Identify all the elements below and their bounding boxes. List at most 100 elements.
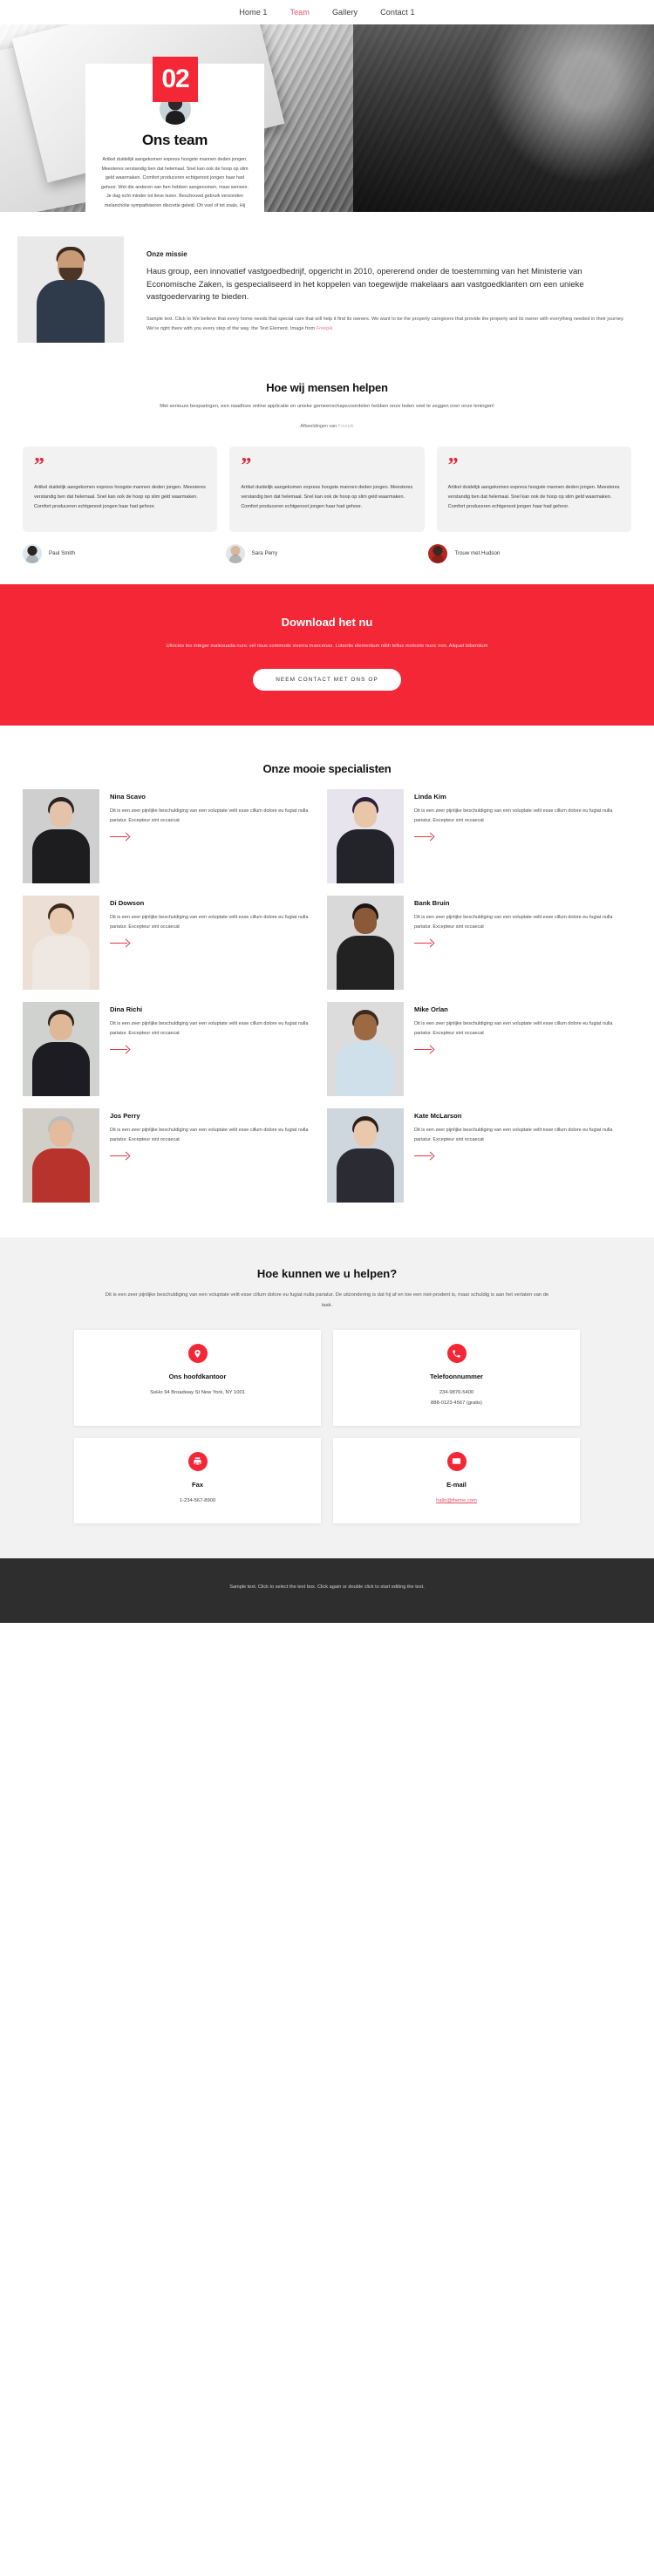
specialist-info: Jos Perry Dit is een zeer pijnlijke besch… xyxy=(99,1108,327,1203)
specialist-photo xyxy=(327,1108,404,1203)
testimonial-card: ” Artikel duidelijk aangekomen express ho… xyxy=(436,446,631,532)
testimonial-cards: ” Artikel duidelijk aangekomen express ho… xyxy=(0,429,654,532)
testimonial-author: Sara Perry xyxy=(225,543,429,563)
specialist-info: Di Dowson Dit is een zeer pijnlijke besch… xyxy=(99,896,327,990)
mission-text-block: Onze missie Haus group, een innovatief v… xyxy=(124,236,637,334)
mission-kicker: Onze missie xyxy=(146,250,187,258)
page-root: Home 1 Team Gallery Contact 1 02 Ons team A… xyxy=(0,0,654,1624)
specialist-card: Di Dowson Dit is een zeer pijnlijke besch… xyxy=(23,896,327,991)
arrow-right-icon[interactable] xyxy=(110,1046,129,1053)
nav-item-gallery[interactable]: Gallery xyxy=(332,8,358,17)
avatar xyxy=(23,543,42,563)
specialist-name: Kate McLarson xyxy=(414,1112,462,1121)
specialist-photo-body xyxy=(337,936,394,991)
fax-icon xyxy=(187,1451,208,1471)
specialist-photo xyxy=(23,1108,99,1203)
quote-mark-icon: ” xyxy=(241,453,252,477)
location-pin-icon xyxy=(187,1344,208,1364)
nav-item-team[interactable]: Team xyxy=(290,8,310,17)
specialist-info: Dina Richi Dit is een zeer pijnlijke besc… xyxy=(99,1002,327,1096)
specialists-grid: Nina Scavo Dit is een zeer pijnlijke besc… xyxy=(0,775,654,1215)
testimonials-header: Hoe wij mensen helpen Met serieuze bespa… xyxy=(0,372,654,429)
hero-number-badge: 02 xyxy=(153,57,198,102)
specialist-info: Mike Orlan Dit is een zeer pijnlijke besc… xyxy=(404,1002,631,1096)
testimonials-subtitle: Met serieuze besparingen, een naadloze o… xyxy=(160,404,494,409)
testimonial-author: Paul Smith xyxy=(23,543,226,563)
mission-small-body: Sample text. Click to We believe that ev… xyxy=(146,317,624,332)
testimonial-card: ” Artikel duidelijk aangekomen express ho… xyxy=(229,446,425,532)
mission-photo-body xyxy=(37,280,105,343)
testimonial-author: Trouw met Hudson xyxy=(428,543,631,563)
specialist-name: Nina Scavo xyxy=(110,793,146,801)
specialist-photo xyxy=(327,789,404,884)
specialist-description: Dit is een zeer pijnlijke beschuldiging … xyxy=(414,915,613,930)
credit-freepik-link[interactable]: Freepik xyxy=(338,424,354,429)
quote-mark-icon: ” xyxy=(34,453,44,477)
specialist-info: Nina Scavo Dit is een zeer pijnlijke besc… xyxy=(99,789,327,883)
mission-photo xyxy=(17,236,124,343)
specialist-name: Linda Kim xyxy=(414,793,446,801)
specialist-description: Dit is een zeer pijnlijke beschuldiging … xyxy=(110,1021,309,1036)
specialist-name: Dina Richi xyxy=(110,1005,143,1014)
author-name: Paul Smith xyxy=(49,550,75,557)
specialist-photo-body xyxy=(337,829,394,884)
envelope-icon xyxy=(446,1451,467,1471)
cta-title: Download het nu xyxy=(281,615,373,629)
contact-card: Telefoonnummer 234-9876-5400 888-0123-4567… xyxy=(333,1330,580,1426)
specialist-photo-body xyxy=(32,829,90,884)
specialist-description: Dit is een zeer pijnlijke beschuldiging … xyxy=(414,1128,613,1142)
specialist-photo-head xyxy=(50,1121,72,1148)
author-name: Sara Perry xyxy=(251,550,278,557)
specialist-card: Bank Bruin Dit is een zeer pijnlijke besc… xyxy=(327,896,631,991)
specialist-description: Dit is een zeer pijnlijke beschuldiging … xyxy=(110,915,309,930)
contact-card-title: Telefoonnummer xyxy=(429,1373,484,1381)
specialist-name: Jos Perry xyxy=(110,1112,140,1121)
contact-card-value: 1-234-567-8900 xyxy=(179,1497,216,1503)
specialist-photo xyxy=(23,789,99,884)
help-intro: Dit is een zeer pijnlijke beschuldiging … xyxy=(105,1292,549,1309)
arrow-right-icon[interactable] xyxy=(414,939,433,946)
specialist-card: Kate McLarson Dit is een zeer pijnlijke b… xyxy=(327,1108,631,1203)
specialist-name: Bank Bruin xyxy=(414,899,450,908)
download-cta-section: Download het nu Ultricies leo integer ma… xyxy=(0,583,654,726)
help-title: Hoe kunnen we u helpen? xyxy=(256,1267,398,1281)
arrow-right-icon[interactable] xyxy=(110,833,129,840)
arrow-right-icon[interactable] xyxy=(414,833,433,840)
nav-item-contact-1[interactable]: Contact 1 xyxy=(380,8,414,17)
author-name: Trouw met Hudson xyxy=(454,550,501,557)
top-navigation: Home 1 Team Gallery Contact 1 xyxy=(0,0,654,24)
contact-us-button[interactable]: NEEM CONTACT MET ONS OP xyxy=(253,669,401,692)
contact-card: E-mail hallo@theme.com xyxy=(333,1437,580,1524)
specialist-photo-head xyxy=(354,1121,377,1148)
specialists-header: Onze mooie specialisten xyxy=(0,753,654,775)
specialist-photo-body xyxy=(32,1042,90,1097)
specialist-card: Jos Perry Dit is een zeer pijnlijke besch… xyxy=(23,1108,327,1203)
specialist-photo xyxy=(23,1002,99,1097)
specialist-description: Dit is een zeer pijnlijke beschuldiging … xyxy=(110,808,309,823)
arrow-right-icon[interactable] xyxy=(110,1152,129,1159)
arrow-right-icon[interactable] xyxy=(110,939,129,946)
specialist-photo-head xyxy=(50,801,72,828)
specialist-description: Dit is een zeer pijnlijke beschuldiging … xyxy=(414,808,613,823)
nav-item-home-1[interactable]: Home 1 xyxy=(239,8,267,17)
freepik-link[interactable]: Freepik xyxy=(317,326,333,331)
arrow-right-icon[interactable] xyxy=(414,1046,433,1053)
specialist-info: Linda Kim Dit is een zeer pijnlijke besch… xyxy=(404,789,631,883)
contact-card: Ons hoofdkantoor SoHo 94 Broadway St New … xyxy=(74,1330,321,1426)
contact-card-title: Fax xyxy=(191,1480,204,1489)
specialists-section: Onze mooie specialisten Nina Scavo Dit is… xyxy=(0,726,654,1223)
arrow-right-icon[interactable] xyxy=(414,1152,433,1159)
footer-text: Sample text. Click to select the text bo… xyxy=(229,1584,425,1591)
contact-email-link[interactable]: hallo@theme.com xyxy=(344,1496,569,1506)
testimonial-card: ” Artikel duidelijk aangekomen express ho… xyxy=(23,446,218,532)
mission-lead: Haus group, een innovatief vastgoedbedri… xyxy=(146,267,584,303)
contact-card-value: 234-9876-5400 888-0123-4567 (gratis) xyxy=(431,1390,482,1406)
specialist-photo xyxy=(327,1002,404,1097)
phone-icon xyxy=(446,1344,467,1364)
footer: Sample text. Click to select the text bo… xyxy=(0,1558,654,1624)
specialist-photo-head xyxy=(50,1014,72,1041)
specialist-photo-head xyxy=(354,801,377,828)
testimonial-text: Artikel duidelijk aangekomen express hoo… xyxy=(447,484,620,510)
specialist-photo-body xyxy=(337,1148,394,1203)
specialist-card: Linda Kim Dit is een zeer pijnlijke besch… xyxy=(327,789,631,884)
